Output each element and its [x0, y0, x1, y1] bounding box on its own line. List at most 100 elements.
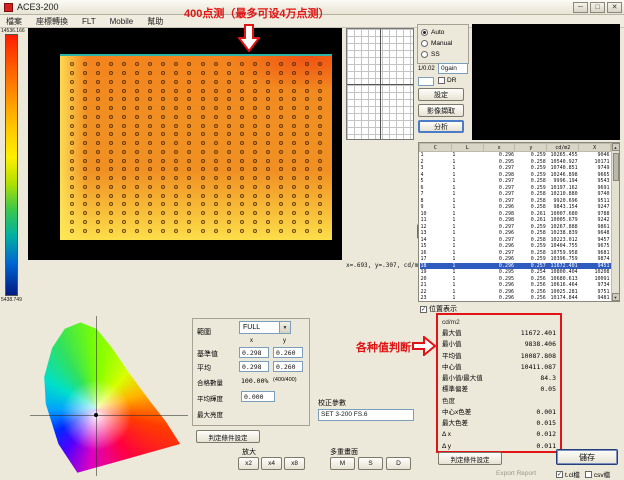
range-x-field[interactable]: 0.298 [239, 361, 269, 372]
settings-button[interactable]: 設定 [418, 88, 464, 101]
gain-field[interactable]: 0gain [438, 63, 468, 74]
multi-screen-button-M[interactable]: M [330, 457, 355, 470]
measure-point [266, 124, 270, 128]
scroll-up-icon[interactable]: ▲ [612, 143, 620, 151]
measure-point [201, 141, 205, 145]
menu-item-檔案[interactable]: 檔案 [4, 16, 24, 27]
multi-screen-button-S[interactable]: S [358, 457, 383, 470]
menu-item-FLT[interactable]: FLT [80, 17, 98, 26]
measure-point [292, 229, 296, 233]
measure-point [227, 132, 231, 136]
multi-screen-button-D[interactable]: D [386, 457, 411, 470]
measure-point [201, 115, 205, 119]
maximize-button[interactable]: □ [590, 2, 605, 13]
menu-item-幫助[interactable]: 幫助 [145, 16, 165, 27]
measure-point [305, 132, 309, 136]
radio-icon [421, 51, 428, 58]
measure-point [240, 202, 244, 206]
chevron-down-icon[interactable]: ▼ [279, 322, 290, 333]
measure-point [70, 141, 74, 145]
radio-label: Manual [431, 40, 452, 47]
stat-label: 標準偏差 [442, 384, 468, 395]
table-scrollbar[interactable]: ▲ ▼ [611, 143, 619, 301]
measure-point [227, 150, 231, 154]
measure-point [122, 185, 126, 189]
zoom-buttons: x2x4x8 [238, 457, 305, 470]
zoom-button-x4[interactable]: x4 [261, 457, 282, 470]
column-header[interactable]: cd/m2 [547, 144, 579, 152]
measure-point [161, 220, 165, 224]
measure-point [292, 115, 296, 119]
column-header[interactable]: L [451, 144, 483, 152]
luminance-heatmap[interactable] [60, 54, 332, 240]
measure-point [83, 132, 87, 136]
range-x-field[interactable]: 0.298 [239, 347, 269, 358]
measure-point [96, 211, 100, 215]
mode-radio-ss[interactable]: SS [421, 49, 465, 60]
measure-point [187, 150, 191, 154]
cie-chromaticity-diagram[interactable] [30, 316, 188, 476]
measure-point [135, 106, 139, 110]
range-dropdown[interactable]: FULL ▼ [239, 321, 291, 334]
measure-point [253, 185, 257, 189]
dr-checkbox[interactable]: DR [438, 77, 456, 84]
measure-point [122, 229, 126, 233]
menu-item-Mobile[interactable]: Mobile [108, 17, 136, 26]
measure-point [148, 211, 152, 215]
filetype-checkbox-csv檔[interactable]: csv檔 [585, 469, 610, 479]
measure-point [227, 115, 231, 119]
measure-point [135, 202, 139, 206]
measure-point [148, 71, 152, 75]
stat-label: 中心x色差 [442, 407, 471, 418]
mode-radio-manual[interactable]: Manual [421, 38, 465, 49]
image-capture-button[interactable]: 影像擷取 [418, 104, 464, 117]
scroll-down-icon[interactable]: ▼ [612, 293, 620, 301]
measure-point [70, 71, 74, 75]
column-header[interactable]: C [420, 144, 452, 152]
filetype-checkbox-t.cl檔[interactable]: ✓t.cl檔 [556, 469, 580, 479]
measure-point [266, 211, 270, 215]
measure-point [240, 106, 244, 110]
avg-luminance-row: 平均輝度 0.000 [193, 391, 311, 404]
export-report-button[interactable]: Export Report [496, 470, 536, 477]
measure-point [292, 211, 296, 215]
measure-point [135, 115, 139, 119]
column-header[interactable]: x [483, 144, 515, 152]
analyze-button[interactable]: 分析 [418, 120, 464, 133]
measure-point [174, 141, 178, 145]
judge-condition-button-right[interactable]: 判定條件設定 [438, 452, 502, 465]
close-button[interactable]: ✕ [607, 2, 622, 13]
measure-point [174, 176, 178, 180]
table-row[interactable]: 110.2960.25910265.4559046 [420, 152, 611, 159]
measure-point [70, 185, 74, 189]
radio-icon [421, 29, 428, 36]
measure-point [266, 202, 270, 206]
measurement-canvas[interactable] [28, 28, 342, 260]
radio-label: SS [431, 51, 440, 58]
measure-point [109, 159, 113, 163]
zoom-button-x2[interactable]: x2 [238, 457, 259, 470]
scrollbar-thumb[interactable] [613, 153, 619, 181]
range-y-field[interactable]: 0.260 [273, 347, 303, 358]
measure-point [214, 89, 218, 93]
zoom-panel-label: 放大 [242, 447, 256, 457]
calibration-field[interactable]: SET 3-200 FS.6 [318, 409, 414, 421]
range-y-field[interactable]: 0.260 [273, 361, 303, 372]
save-button[interactable]: 儲存 [556, 449, 618, 465]
table-row[interactable]: 2310.2960.25610174.8449481 [420, 295, 611, 302]
measure-point [70, 150, 74, 154]
zoom-button-x8[interactable]: x8 [284, 457, 305, 470]
judge-condition-button-left[interactable]: 判定條件設定 [196, 430, 260, 443]
avg-luminance-field[interactable]: 0.000 [241, 391, 275, 402]
mode-radio-auto[interactable]: Auto [421, 27, 465, 38]
measure-point [292, 220, 296, 224]
measure-point [305, 124, 309, 128]
minimize-button[interactable]: ─ [573, 2, 588, 13]
stat-label: 最大值 [442, 328, 462, 339]
measure-point [266, 194, 270, 198]
menu-item-座標轉換[interactable]: 座標轉換 [34, 16, 70, 27]
dr-option-box[interactable] [418, 77, 434, 86]
column-header[interactable]: X [579, 144, 611, 152]
column-header[interactable]: y [515, 144, 547, 152]
measure-point [214, 202, 218, 206]
